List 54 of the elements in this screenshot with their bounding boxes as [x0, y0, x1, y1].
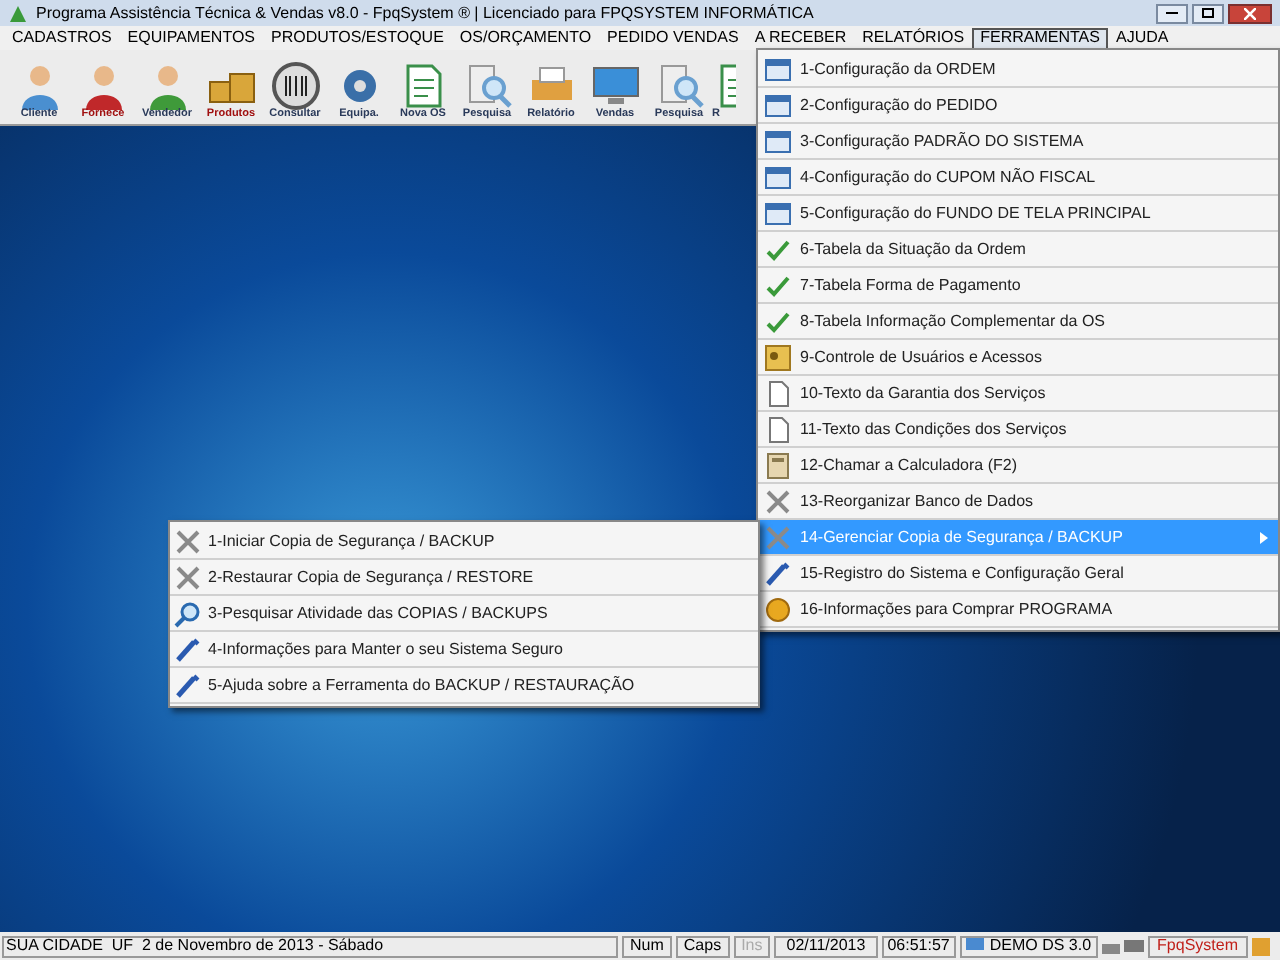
coin-icon — [764, 595, 792, 623]
window-icon — [764, 55, 792, 83]
dropdown-item[interactable]: 2-Configuração do PEDIDO — [758, 88, 1278, 124]
dropdown-item[interactable]: 16-Informações para Comprar PROGRAMA — [758, 592, 1278, 628]
status-indicator: Num — [622, 935, 672, 957]
dropdown-item[interactable]: 11-Texto das Condições dos Serviços — [758, 412, 1278, 448]
search-icon — [174, 599, 202, 627]
dropdown-item[interactable]: 8-Tabela Informação Complementar da OS — [758, 304, 1278, 340]
menu-item[interactable]: OS/ORÇAMENTO — [451, 27, 600, 49]
dropdown-item[interactable]: 7-Tabela Forma de Pagamento — [758, 268, 1278, 304]
submenu-item[interactable]: 3-Pesquisar Atividade das COPIAS / BACKUPS — [170, 596, 758, 632]
dropdown-item[interactable]: 9-Controle de Usuários e Acessos — [758, 340, 1278, 376]
document-icon — [764, 379, 792, 407]
menu-item[interactable]: PRODUTOS/ESTOQUE — [263, 27, 452, 49]
document-icon — [764, 415, 792, 443]
submenu-item[interactable]: 1-Iniciar Copia de Segurança / BACKUP — [170, 524, 758, 560]
minimize-button[interactable] — [1156, 3, 1188, 23]
window-icon — [764, 127, 792, 155]
submenu-item[interactable]: 2-Restaurar Copia de Segurança / RESTORE — [170, 560, 758, 596]
dropdown-item[interactable]: 10-Texto da Garantia dos Serviços — [758, 376, 1278, 412]
submenu-item[interactable]: 4-Informações para Manter o seu Sistema Seguro — [170, 632, 758, 668]
restore-button[interactable] — [1192, 3, 1224, 23]
dropdown-item[interactable]: 12-Chamar a Calculadora (F2) — [758, 448, 1278, 484]
status-location: SUA CIDADE UF 2 de Novembro de 2013 - Sábado — [2, 935, 618, 957]
calculator-icon — [764, 451, 792, 479]
menu-item[interactable]: EQUIPAMENTOS — [119, 27, 264, 49]
menu-item[interactable]: PEDIDO VENDAS — [599, 27, 747, 49]
menu-item[interactable]: AJUDA — [1107, 27, 1177, 49]
menu-item[interactable]: RELATÓRIOS — [854, 27, 973, 49]
dropdown-item[interactable]: 3-Configuração PADRÃO DO SISTEMA — [758, 124, 1278, 160]
dropdown-item[interactable]: 4-Configuração do CUPOM NÃO FISCAL — [758, 160, 1278, 196]
status-indicator: Ins — [733, 935, 771, 957]
close-icon — [1244, 7, 1256, 19]
status-brand: FpqSystem — [1147, 935, 1248, 957]
checkmark-icon — [764, 235, 792, 263]
dropdown-item[interactable]: 1-Configuração da ORDEM — [758, 52, 1278, 88]
checkmark-icon — [764, 307, 792, 335]
status-date: 02/11/2013 — [774, 935, 878, 957]
menu-item[interactable]: A RECEBER — [746, 27, 855, 49]
window-icon — [764, 91, 792, 119]
window-icon — [764, 199, 792, 227]
menu-item[interactable]: CADASTROS — [4, 27, 120, 49]
window-icon — [764, 163, 792, 191]
window-title: Programa Assistência Técnica & Vendas v8.0 - FpqSystem ® | Licenciado para FPQSYSTEM INFORMÁTICA — [36, 5, 814, 21]
dropdown-item[interactable]: 5-Configuração do FUNDO DE TELA PRINCIPAL — [758, 196, 1278, 232]
dropdown-item[interactable]: 6-Tabela da Situação da Ordem — [758, 232, 1278, 268]
checkmark-icon — [764, 271, 792, 299]
monitor-icon — [965, 938, 984, 954]
status-time: 06:51:57 — [881, 935, 956, 957]
submenu-item[interactable]: 5-Ajuda sobre a Ferramenta do BACKUP / RESTAURAÇÃO — [170, 668, 758, 704]
close-button[interactable] — [1228, 3, 1272, 23]
status-indicator: Caps — [675, 935, 730, 957]
status-version: DEMO DS 3.0 — [959, 935, 1098, 957]
menu-item[interactable]: FERRAMENTAS — [972, 27, 1108, 49]
